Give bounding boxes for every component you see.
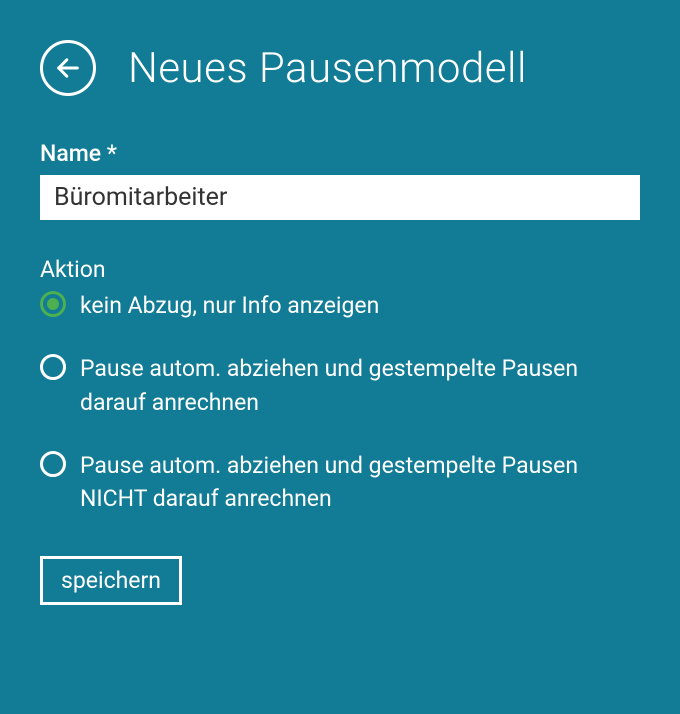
name-label: Name *	[40, 140, 640, 167]
page-title: Neues Pausenmodell	[128, 44, 527, 93]
arrow-left-icon	[54, 54, 82, 82]
radio-option-deduct-no-credit[interactable]: Pause autom. abziehen und gestempelte Pa…	[40, 449, 640, 516]
radio-option-no-deduction[interactable]: kein Abzug, nur Info anzeigen	[40, 289, 640, 322]
radio-label: Pause autom. abziehen und gestempelte Pa…	[80, 352, 640, 419]
radio-indicator	[40, 451, 66, 477]
radio-indicator	[40, 354, 66, 380]
radio-label: Pause autom. abziehen und gestempelte Pa…	[80, 449, 640, 516]
radio-indicator	[40, 291, 66, 317]
name-field-group: Name *	[40, 140, 640, 220]
name-input[interactable]	[40, 175, 640, 220]
save-button[interactable]: speichern	[40, 556, 182, 605]
radio-label: kein Abzug, nur Info anzeigen	[80, 289, 379, 322]
page-header: Neues Pausenmodell	[40, 40, 640, 96]
radio-dot-icon	[47, 298, 59, 310]
action-group: Aktion kein Abzug, nur Info anzeigen Pau…	[40, 256, 640, 516]
back-button[interactable]	[40, 40, 96, 96]
radio-option-deduct-credit[interactable]: Pause autom. abziehen und gestempelte Pa…	[40, 352, 640, 419]
action-label: Aktion	[40, 256, 640, 283]
